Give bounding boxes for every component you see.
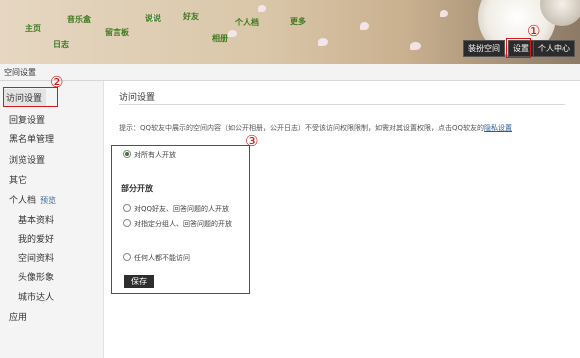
sidebar-item-city-expert[interactable]: 城市达人	[18, 290, 54, 303]
nav-profile[interactable]: 个人档	[235, 17, 259, 28]
sidebar-item-basic-info[interactable]: 基本资料	[18, 213, 54, 226]
annotation-three: ③	[245, 132, 259, 150]
nav-guestbook[interactable]: 留言板	[105, 27, 129, 38]
page-title: 访问设置	[119, 93, 156, 103]
nav-talk[interactable]: 说说	[145, 13, 161, 24]
privacy-hint: 提示：QQ软友中展示的空间内容（如公开相册，公开日志）不受该访问权限限制，如需对…	[119, 123, 512, 133]
sidebar-item-profile-label: 个人档	[9, 196, 37, 206]
highlight-settings-box	[506, 38, 531, 58]
sidebar-item-profile[interactable]: 个人档 预览	[9, 193, 56, 206]
space-settings-title: 空间设置	[4, 68, 36, 77]
nav-home[interactable]: 主页	[25, 23, 41, 34]
highlight-options-box	[111, 145, 250, 294]
decorate-space-button[interactable]: 装扮空间	[463, 40, 505, 57]
sidebar-item-browse-settings[interactable]: 浏览设置	[9, 153, 45, 166]
space-settings-bar: 空间设置	[0, 64, 580, 81]
annotation-one: ①	[527, 22, 541, 40]
sidebar-item-reply-settings[interactable]: 回复设置	[9, 113, 45, 126]
nav-blog[interactable]: 日志	[53, 39, 69, 50]
nav-more[interactable]: 更多	[290, 16, 306, 27]
nav-music-box[interactable]: 音乐盒	[67, 14, 91, 25]
privacy-settings-link[interactable]: 隐私设置	[484, 124, 512, 132]
personal-center-button[interactable]: 个人中心	[533, 40, 575, 57]
nav-album[interactable]: 相册	[212, 33, 228, 44]
sidebar-item-avatar[interactable]: 头像形象	[18, 270, 54, 283]
sidebar-item-apps[interactable]: 应用	[9, 310, 27, 323]
sidebar-item-blacklist[interactable]: 黑名单管理	[9, 132, 54, 145]
sidebar-item-hobbies[interactable]: 我的爱好	[18, 232, 54, 245]
privacy-hint-text: 提示：QQ软友中展示的空间内容（如公开相册，公开日志）不受该访问权限限制，如需对…	[119, 124, 485, 132]
header-banner: 主页 音乐盒 说说 好友 个人档 更多 日志 留言板 相册 装扮空间 设置 个人…	[0, 0, 580, 64]
sidebar-item-space-info[interactable]: 空间资料	[18, 251, 54, 264]
profile-preview-link[interactable]: 预览	[40, 196, 56, 205]
nav-friends[interactable]: 好友	[183, 11, 199, 22]
sidebar-item-other[interactable]: 其它	[9, 173, 27, 186]
annotation-two: ②	[50, 73, 64, 91]
title-divider	[119, 104, 565, 105]
